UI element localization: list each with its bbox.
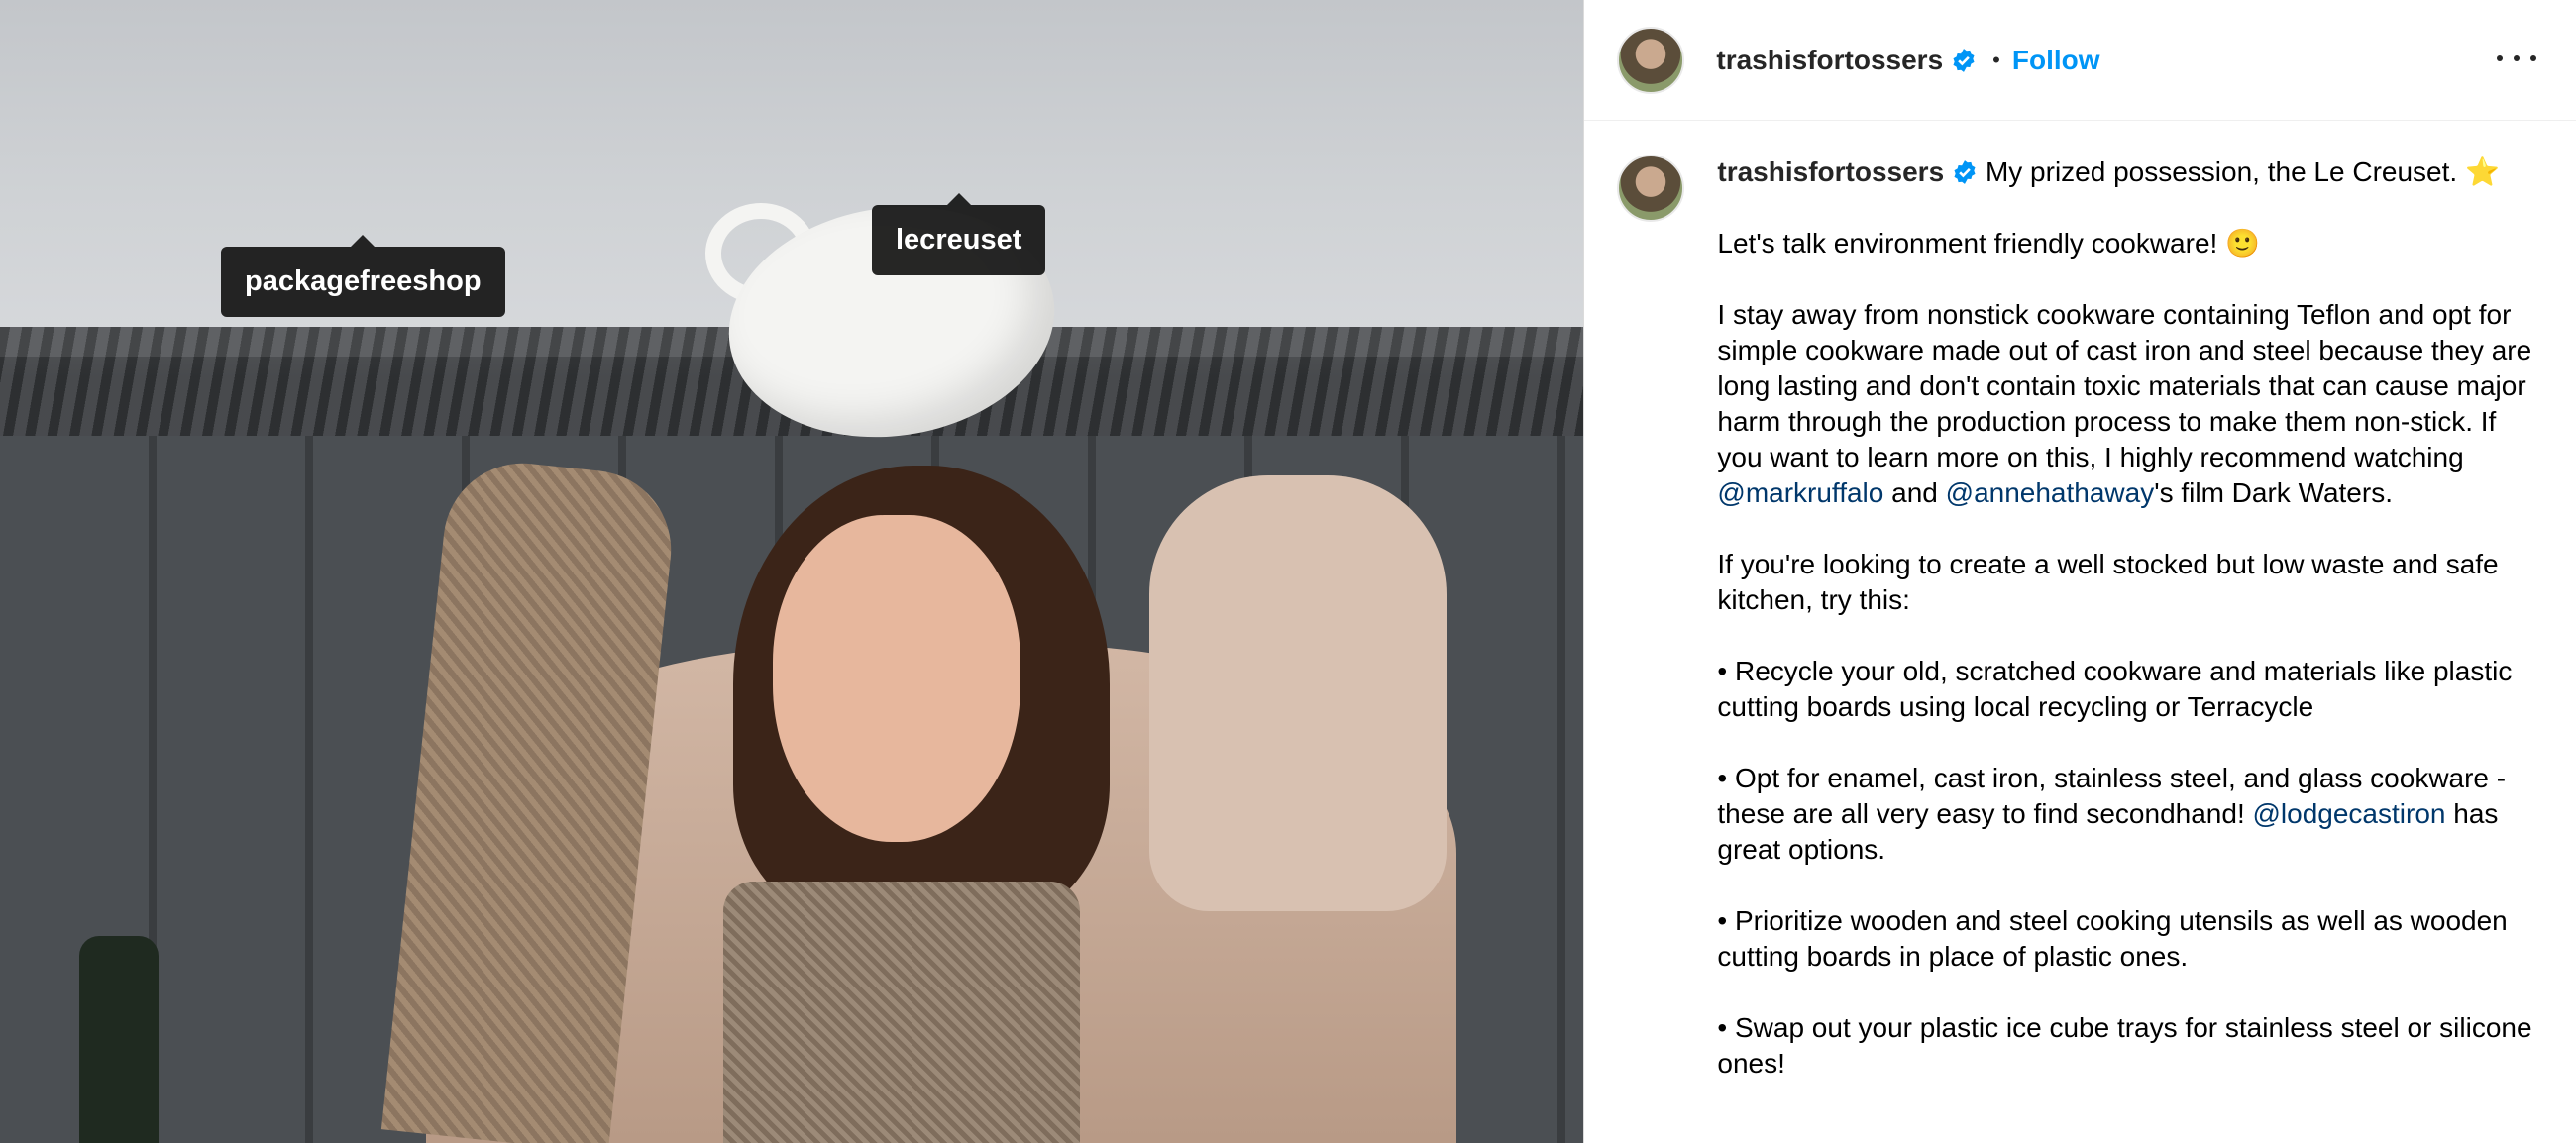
verified-badge-icon [1954,160,1976,184]
coat-sleeve [1149,475,1447,911]
photo-tag-label: packagefreeshop [245,265,482,297]
mention-link-annehathaway[interactable]: @annehathaway [1946,477,2155,508]
caption-bullet: • Swap out your plastic ice cube trays f… [1717,1012,2540,1079]
photo-tag-lecreuset[interactable]: lecreuset [872,193,1046,275]
caption-text-segment: and [1883,477,1946,508]
mention-link-lodgecastiron[interactable]: @lodgecastiron [2253,798,2446,829]
follow-button[interactable]: Follow [2012,45,2100,76]
caption-headline: My prized possession, the Le Creuset. ⭐️ [1985,156,2500,187]
post-side-panel: trashisfortossers • Follow trashisfortos… [1583,0,2576,1143]
separator-dot: • [1992,47,2000,72]
oil-bottle [79,936,159,1143]
post-viewer: packagefreeshop lecreuset trashisfortoss… [0,0,2576,1143]
person-face [773,515,1020,842]
verified-badge-icon [1953,48,1975,72]
more-options-icon[interactable] [2497,44,2536,73]
caption-text-segment: I stay away from nonstick cookware conta… [1717,299,2539,472]
caption-bullet: • Opt for enamel, cast iron, stainless s… [1717,761,2536,868]
caption-avatar[interactable] [1617,155,1685,222]
caption-first-line: trashisfortossers My prized possession, … [1717,155,2536,190]
caption-text: trashisfortossers My prized possession, … [1717,155,2536,1117]
photo-tag-label: lecreuset [896,224,1022,256]
caption-bullet: • Prioritize wooden and steel cooking ut… [1717,905,2516,972]
photo-tag-packagefreeshop[interactable]: packagefreeshop [221,235,505,317]
caption-paragraph: I stay away from nonstick cookware conta… [1717,297,2536,511]
caption-username[interactable]: trashisfortossers [1717,156,1944,187]
plaid-top [723,882,1080,1143]
post-header: trashisfortossers • Follow [1584,0,2576,121]
caption-paragraph: If you're looking to create a well stock… [1717,549,2507,615]
caption-bullet: • Recycle your old, scratched cookware a… [1717,656,2521,722]
header-username[interactable]: trashisfortossers [1716,45,1943,76]
avatar[interactable] [1617,26,1685,94]
mention-link-markruffalo[interactable]: @markruffalo [1717,477,1883,508]
caption-paragraph: Let's talk environment friendly cookware… [1717,228,2260,259]
caption-text-segment: 's film Dark Waters. [2154,477,2393,508]
post-caption: trashisfortossers My prized possession, … [1617,155,2536,1117]
post-photo[interactable]: packagefreeshop lecreuset [0,0,1584,1143]
